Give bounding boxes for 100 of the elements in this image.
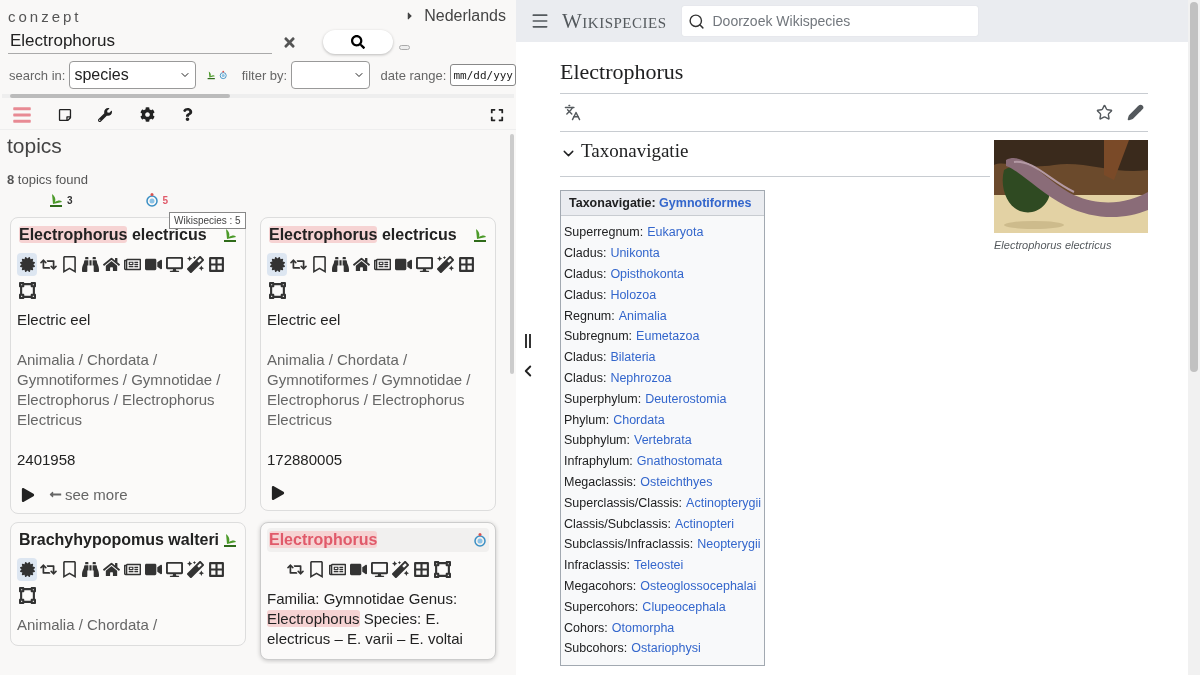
rank-label: Cohors: [564, 620, 608, 635]
taxonomy-path: Animalia / Chordata / [17, 615, 159, 635]
rank-label: Subregnum: [564, 329, 633, 344]
app-logo: conzept [8, 7, 82, 25]
fullscreen-button[interactable] [490, 107, 504, 122]
card-title[interactable]: Brachyhypopomus walteri [19, 530, 220, 550]
rank-label: Superregnum: [564, 225, 644, 240]
taxon-link[interactable]: Unikonta [610, 246, 660, 261]
rank-label: Cladus: [564, 370, 607, 385]
see-more-label: see more [65, 486, 128, 503]
taxon-link[interactable]: Ostariophysi [631, 641, 701, 656]
scrollbar[interactable] [2, 94, 514, 98]
site-logo[interactable]: Wikispecies [562, 8, 667, 34]
taxon-link[interactable]: Eumetazoa [636, 329, 700, 344]
leaf-logo-icon [49, 192, 63, 208]
taxon-link[interactable]: Opisthokonta [610, 267, 685, 281]
tooltip: Wikispecies : 5 [169, 212, 246, 229]
rank-label: Regnum: [564, 308, 615, 323]
toggle-button[interactable] [399, 44, 410, 50]
rank-label: Cladus: [564, 267, 607, 281]
clear-button[interactable] [282, 34, 297, 50]
search-in-label: search in: [9, 67, 66, 83]
badge-button[interactable] [267, 253, 287, 276]
frame-button[interactable] [17, 584, 37, 607]
rank-label: Cladus: [564, 287, 607, 302]
taxon-id: 172880005 [267, 450, 344, 470]
badge-button[interactable] [17, 253, 37, 276]
language-label: Nederlands [424, 7, 506, 25]
scrollbar[interactable] [1188, 0, 1200, 675]
date-field[interactable]: mm/dd/yyy [450, 64, 516, 86]
wand-button[interactable] [390, 558, 410, 581]
results-heading: topics [7, 133, 63, 159]
language-button[interactable] [564, 104, 581, 121]
play-button[interactable] [271, 486, 285, 500]
edit-button[interactable] [1127, 104, 1144, 121]
taxon-link[interactable]: Vertebrata [634, 433, 692, 448]
taxobox-title: Taxonavigatie: [569, 196, 656, 210]
card-description: Familia: Gymnotidae Genus: Electrophorus Species: E. electricus – E. varii – E. voltai [267, 589, 464, 649]
image-caption: Electrophorus electricus [994, 239, 1113, 251]
page-title: Electrophorus [560, 42, 1148, 94]
card-title[interactable]: Electrophorus electricus [269, 225, 457, 245]
wrench-button[interactable] [98, 107, 112, 122]
help-button[interactable] [181, 108, 194, 121]
search-icon [351, 35, 365, 49]
source-count[interactable]: 3 [67, 194, 73, 206]
see-more-link[interactable]: see more [49, 486, 128, 503]
source-count[interactable]: 5 [162, 194, 169, 206]
taxon-link[interactable]: Animalia [618, 308, 667, 323]
search-button[interactable] [323, 30, 393, 54]
wiki-search-field[interactable]: Doorzoek Wikispecies [681, 6, 978, 36]
badge-button[interactable] [17, 558, 37, 581]
rank-label: Superphylum: [564, 391, 642, 406]
settings-button[interactable] [140, 107, 155, 122]
frame-button[interactable] [17, 279, 37, 302]
leaf-logo-icon [223, 227, 237, 243]
frame-button[interactable] [267, 279, 287, 302]
taxon-link[interactable]: Gymnotiformes [659, 196, 752, 210]
rank-label: Megacohors: [564, 578, 637, 593]
taxon-link[interactable]: Osteichthyes [640, 474, 713, 489]
taxon-link[interactable]: Actinopterygii [686, 495, 762, 510]
taxon-link[interactable]: Eukaryota [647, 225, 704, 240]
common-name: Electric eel [17, 310, 92, 330]
watch-button[interactable] [1096, 104, 1113, 121]
taxonomy-path: Animalia / Chordata / Gymnotiformes / Gymnotidae / Electrophorus / Electrophorus Electricus [267, 350, 472, 430]
search-in-select[interactable]: species [69, 61, 197, 89]
taxon-link[interactable]: Actinopteri [675, 516, 735, 531]
rank-label: Supercohors: [564, 599, 639, 614]
taxon-link[interactable]: Teleostei [634, 558, 684, 573]
globe-logo-icon [473, 532, 487, 548]
note-button[interactable] [58, 107, 72, 122]
taxon-link[interactable]: Neopterygii [697, 537, 761, 552]
frame-button[interactable] [432, 558, 452, 581]
taxon-id: 2401958 [17, 450, 77, 470]
date-range-label: date range: [380, 67, 447, 83]
wand-button[interactable] [185, 558, 205, 581]
wand-button[interactable] [435, 253, 455, 276]
rank-label: Phylum: [564, 412, 610, 427]
wand-button[interactable] [185, 253, 205, 276]
language-toggle[interactable]: Nederlands [404, 7, 506, 25]
menu-button[interactable] [530, 11, 550, 31]
taxon-link[interactable]: Bilateria [610, 350, 656, 365]
filter-by-label: filter by: [241, 67, 288, 83]
filter-select[interactable] [291, 61, 371, 89]
taxon-link[interactable]: Holozoa [610, 287, 657, 302]
taxon-link[interactable]: Gnathostomata [636, 454, 723, 469]
section-heading[interactable]: Taxonavigatie [560, 132, 990, 177]
results-count: 8 topics found [7, 172, 89, 187]
rank-label: Subphylum: [564, 433, 630, 448]
taxon-link[interactable]: Chordata [613, 412, 665, 427]
rank-label: Subclassis/Infraclassis: [564, 537, 694, 552]
taxon-link[interactable]: Deuterostomia [645, 391, 727, 406]
resize-handle[interactable] [525, 333, 531, 348]
taxon-link[interactable]: Clupeocephala [642, 599, 726, 614]
taxon-link[interactable]: Nephrozoa [610, 370, 672, 385]
rank-label: Infraphylum: [564, 454, 633, 469]
search-field[interactable]: Electrophorus [8, 30, 272, 54]
taxon-link[interactable]: Osteoglossocephalai [640, 578, 757, 593]
taxon-link[interactable]: Otomorpha [611, 620, 675, 635]
play-button[interactable] [21, 487, 35, 502]
rank-label: Superclassis/Classis: [564, 495, 683, 510]
